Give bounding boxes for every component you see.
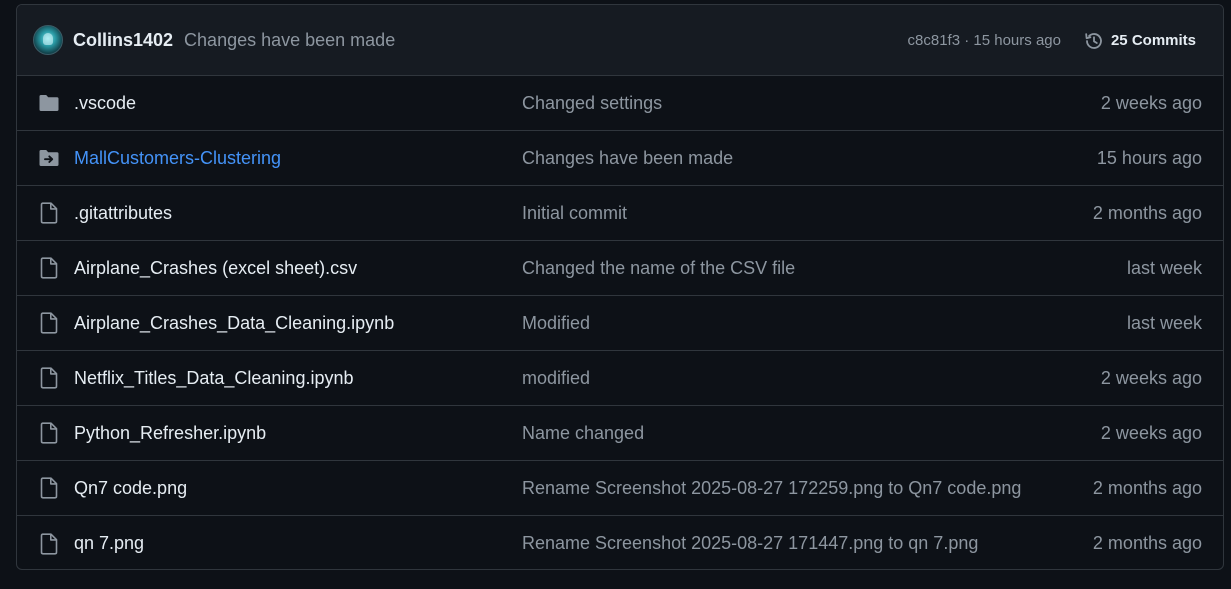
file-commit-message[interactable]: Rename Screenshot 2025-08-27 172259.png …: [522, 478, 1021, 499]
file-commit-time: 15 hours ago: [1096, 147, 1202, 168]
file-row[interactable]: qn 7.png Rename Screenshot 2025-08-27 171…: [17, 516, 1223, 569]
commit-author[interactable]: Collins1402: [73, 30, 173, 51]
file-commit-time: last week: [1126, 257, 1202, 278]
file-name-link[interactable]: Airplane_Crashes_Data_Cleaning.ipynb: [74, 313, 394, 334]
folder-icon: [38, 92, 60, 114]
file-browser: Collins1402 Changes have been made c8c81…: [16, 4, 1224, 570]
file-icon: [38, 422, 60, 444]
file-commit-time: 2 months ago: [1092, 202, 1202, 223]
file-commit-message[interactable]: Initial commit: [522, 203, 627, 224]
folder-arrow-icon: [38, 147, 60, 169]
latest-commit-message[interactable]: Changes have been made: [184, 30, 395, 51]
file-icon: [38, 532, 60, 555]
file-name-link[interactable]: .vscode: [74, 93, 136, 114]
commits-link[interactable]: 25 Commits: [1083, 30, 1196, 52]
file-row[interactable]: Airplane_Crashes (excel sheet).csv Change…: [17, 241, 1223, 296]
file-commit-message[interactable]: Changes have been made: [522, 148, 733, 169]
file-commit-message[interactable]: Modified: [522, 313, 590, 334]
file-icon: [38, 477, 60, 499]
file-commit-time: 2 months ago: [1092, 533, 1202, 553]
file-row[interactable]: Qn7 code.png Rename Screenshot 2025-08-27…: [17, 461, 1223, 516]
file-commit-time: 2 months ago: [1092, 477, 1202, 498]
file-icon: [38, 367, 60, 389]
file-commit-time: last week: [1126, 312, 1202, 333]
file-icon: [38, 257, 60, 279]
file-commit-time: 2 weeks ago: [1100, 367, 1202, 388]
file-icon: [38, 202, 60, 224]
file-row[interactable]: Airplane_Crashes_Data_Cleaning.ipynb Modi…: [17, 296, 1223, 351]
file-list: .vscode Changed settings 2 weeks ago MallCu…: [17, 76, 1223, 569]
file-commit-message[interactable]: modified: [522, 368, 590, 389]
commits-count-label: 25 Commits: [1110, 32, 1196, 49]
file-row[interactable]: Netflix_Titles_Data_Cleaning.ipynb modifi…: [17, 351, 1223, 406]
latest-commit-bar: Collins1402 Changes have been made c8c81…: [17, 5, 1223, 76]
file-name-link[interactable]: Python_Refresher.ipynb: [74, 423, 266, 444]
file-row[interactable]: Python_Refresher.ipynb Name changed 2 week…: [17, 406, 1223, 461]
file-row[interactable]: .gitattributes Initial commit 2 months ago: [17, 186, 1223, 241]
file-name-link[interactable]: Netflix_Titles_Data_Cleaning.ipynb: [74, 368, 353, 389]
file-commit-time: 2 weeks ago: [1100, 92, 1202, 113]
file-name-link[interactable]: Airplane_Crashes (excel sheet).csv: [74, 258, 357, 279]
avatar[interactable]: [33, 25, 63, 55]
file-commit-message[interactable]: Rename Screenshot 2025-08-27 171447.png …: [522, 533, 978, 554]
file-row[interactable]: .vscode Changed settings 2 weeks ago: [17, 76, 1223, 131]
file-icon: [38, 312, 60, 334]
file-row[interactable]: MallCustomers-Clustering Changes have bee…: [17, 131, 1223, 186]
history-icon: [1085, 32, 1102, 49]
file-name-link[interactable]: .gitattributes: [74, 203, 172, 224]
file-name-link[interactable]: MallCustomers-Clustering: [74, 148, 281, 169]
file-name-link[interactable]: qn 7.png: [74, 533, 144, 554]
file-commit-time: 2 weeks ago: [1100, 422, 1202, 443]
commit-info: c8c81f3 · 15 hours ago 25 Commits: [908, 5, 1196, 76]
file-name-link[interactable]: Qn7 code.png: [74, 478, 187, 499]
file-commit-message[interactable]: Changed the name of the CSV file: [522, 258, 795, 279]
commit-hash-time[interactable]: c8c81f3 · 15 hours ago: [908, 32, 1061, 49]
file-commit-message[interactable]: Name changed: [522, 423, 644, 444]
file-commit-message[interactable]: Changed settings: [522, 93, 662, 114]
